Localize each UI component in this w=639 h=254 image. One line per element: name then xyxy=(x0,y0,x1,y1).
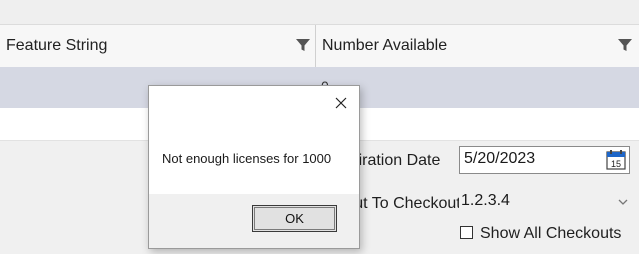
dialog-message: Not enough licenses for 1000 xyxy=(162,151,332,166)
ok-button[interactable]: OK xyxy=(252,205,337,232)
checkout-select[interactable]: 1.2.3.4 xyxy=(459,189,637,215)
close-icon[interactable] xyxy=(333,95,349,111)
calendar-day-text: 15 xyxy=(611,159,621,169)
expiration-date-value: 5/20/2023 xyxy=(464,150,536,167)
checkout-select-value: 1.2.3.4 xyxy=(461,192,510,209)
grid-header: Feature String Number Available xyxy=(0,24,639,68)
chevron-down-icon xyxy=(618,199,628,205)
column-label-feature-string: Feature String xyxy=(6,37,108,54)
column-label-number-available: Number Available xyxy=(322,37,448,54)
filter-icon[interactable] xyxy=(296,38,310,52)
top-strip xyxy=(0,0,639,24)
expiration-date-field[interactable]: 5/20/2023 15 xyxy=(459,146,630,174)
column-header-number-available[interactable]: Number Available xyxy=(317,25,639,67)
filter-icon[interactable] xyxy=(618,38,632,52)
show-all-checkouts-label[interactable]: Show All Checkouts xyxy=(480,225,621,243)
column-header-feature-string[interactable]: Feature String xyxy=(0,25,316,67)
calendar-icon[interactable]: 15 xyxy=(606,150,626,170)
dialog-footer: OK xyxy=(149,194,359,248)
message-dialog: Not enough licenses for 1000 OK xyxy=(148,85,360,249)
show-all-checkouts-checkbox[interactable] xyxy=(460,226,473,239)
